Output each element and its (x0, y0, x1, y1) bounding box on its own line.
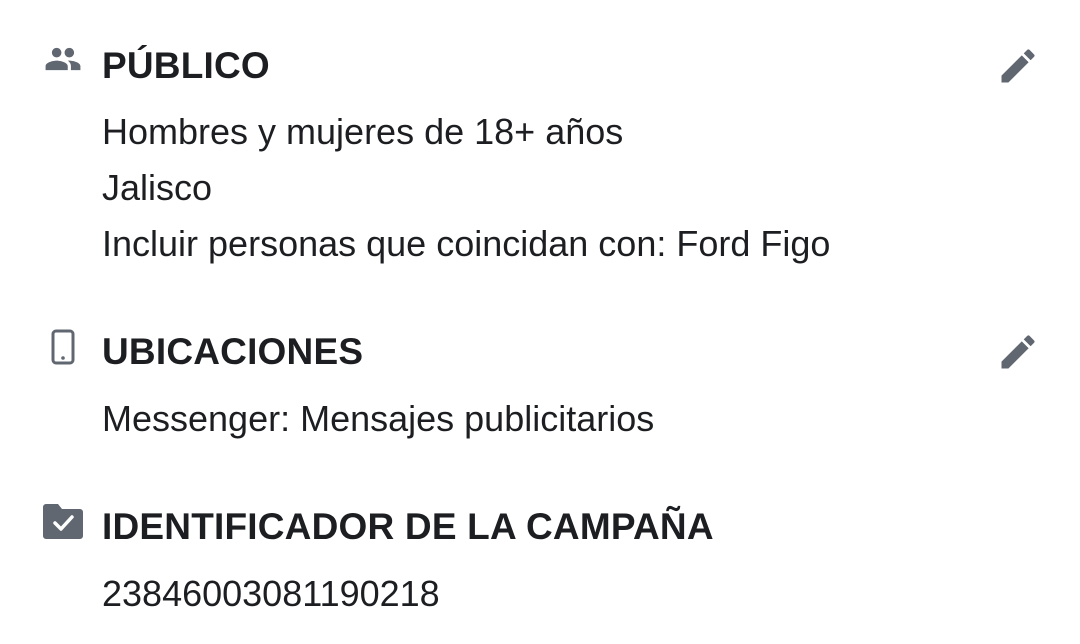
phone-icon (42, 326, 84, 368)
audience-line: Incluir personas que coincidan con: Ford… (102, 223, 831, 264)
placements-title: UBICACIONES (102, 331, 364, 372)
campaign-id-title: IDENTIFICADOR DE LA CAMPAÑA (102, 506, 714, 547)
pencil-icon (996, 330, 1040, 379)
placements-details: Messenger: Mensajes publicitarios (102, 391, 654, 447)
audience-line: Jalisco (102, 167, 213, 208)
audience-title: PÚBLICO (102, 45, 270, 86)
audience-details: Hombres y mujeres de 18+ años Jalisco In… (102, 104, 830, 272)
pencil-icon (996, 44, 1040, 93)
audience-line: Hombres y mujeres de 18+ años (102, 111, 624, 152)
folder-check-icon (42, 500, 84, 542)
placement-line: Messenger: Mensajes publicitarios (102, 398, 655, 439)
campaign-id-value: 23846003081190218 (102, 573, 440, 614)
campaign-id-details: 23846003081190218 (102, 566, 440, 622)
edit-placements-button[interactable] (994, 330, 1042, 378)
people-icon (42, 38, 84, 80)
edit-audience-button[interactable] (994, 44, 1042, 92)
